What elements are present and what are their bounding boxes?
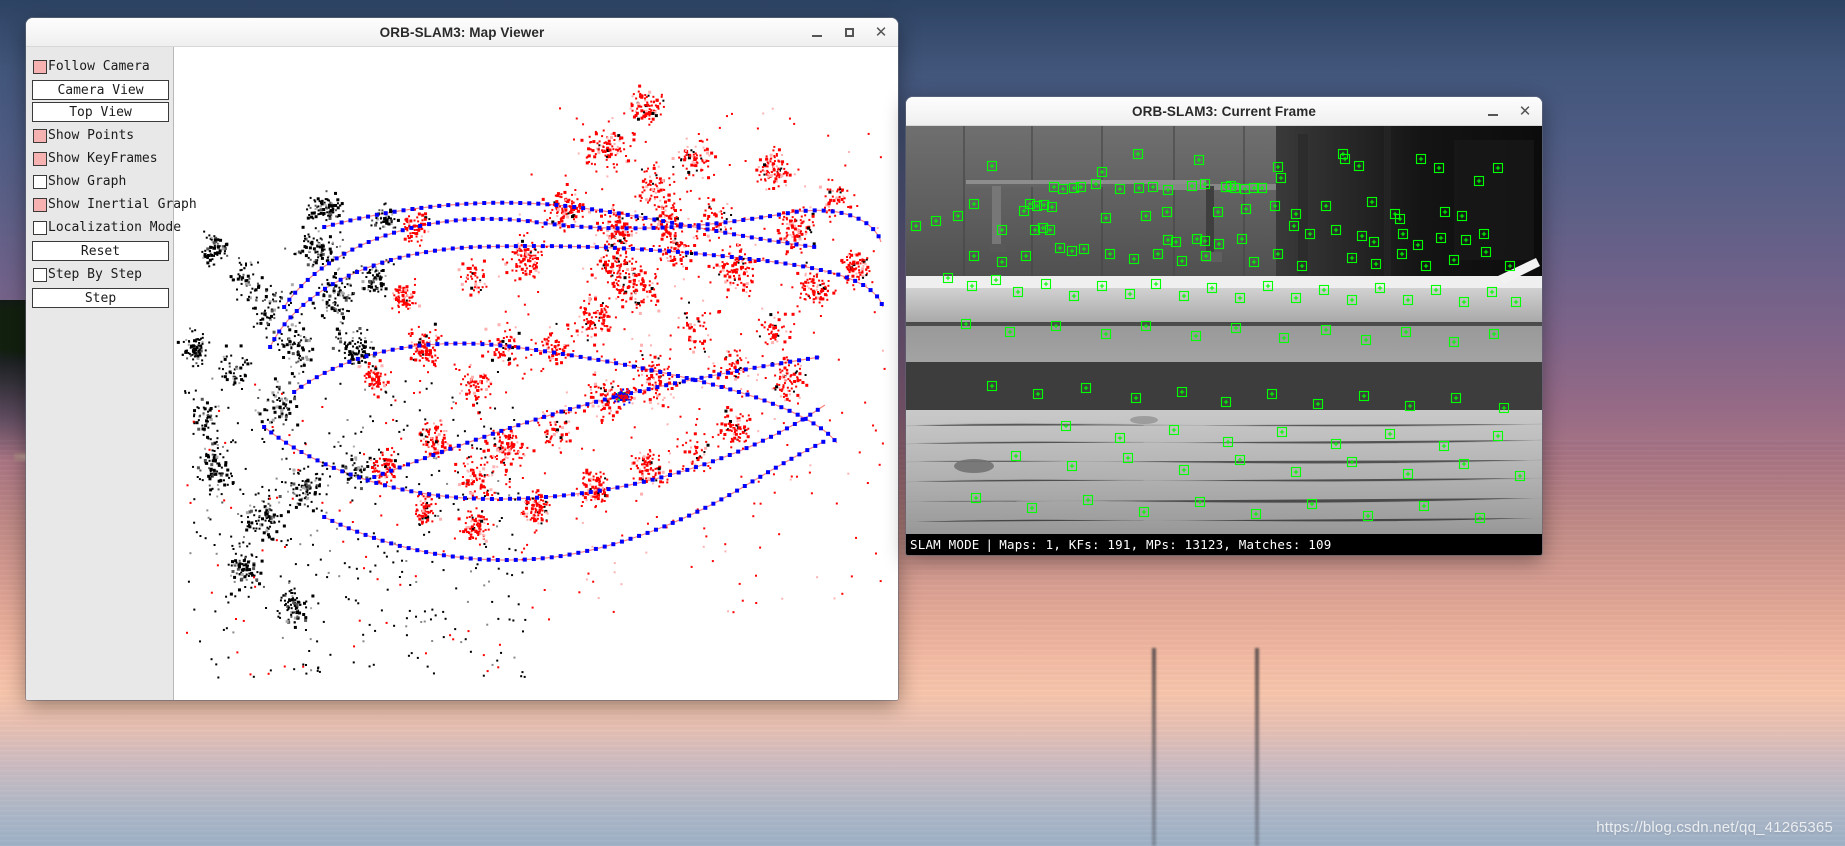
wallpaper-mast-reflection-right: [1255, 648, 1259, 846]
current-frame-window[interactable]: ORB-SLAM3: Current Frame ✕ SLAM MODE | M…: [906, 97, 1542, 555]
map-viewer-window[interactable]: ORB-SLAM3: Map Viewer ✕ Follow Camera Ca…: [26, 18, 898, 700]
step-button[interactable]: Step: [32, 288, 169, 308]
show-points-label: Show Points: [48, 128, 135, 143]
follow-camera-label: Follow Camera: [48, 59, 150, 74]
current-frame-window-controls: ✕: [1486, 97, 1532, 126]
map-cloud-svg: [176, 84, 886, 679]
slam-mode-label: SLAM MODE: [910, 537, 980, 552]
step-by-step-checkbox[interactable]: [33, 267, 47, 282]
slam-stats-label: Maps: 1, KFs: 191, MPs: 13123, Matches: …: [999, 537, 1332, 552]
show-graph-checkbox[interactable]: [33, 174, 47, 189]
camera-frame-svg: [906, 126, 1542, 555]
watermark: https://blog.csdn.net/qq_41265365: [1596, 819, 1833, 836]
map-viewer-titlebar[interactable]: ORB-SLAM3: Map Viewer ✕: [26, 18, 898, 47]
current-frame-title: ORB-SLAM3: Current Frame: [1132, 103, 1316, 119]
map-viewer-window-controls: ✕: [810, 18, 888, 47]
maximize-icon[interactable]: [842, 26, 856, 40]
show-inertial-graph-checkbox[interactable]: [33, 197, 47, 212]
map-viewer-control-panel: Follow Camera Camera View Top View Show …: [26, 47, 197, 700]
minimize-icon[interactable]: [810, 26, 824, 40]
show-points-row[interactable]: Show Points: [26, 124, 173, 147]
desktop: ORB-SLAM3: Map Viewer ✕ Follow Camera Ca…: [0, 0, 1845, 846]
close-icon[interactable]: ✕: [1518, 104, 1532, 119]
close-icon[interactable]: ✕: [874, 25, 888, 40]
camera-view-button[interactable]: Camera View: [32, 80, 169, 100]
slam-status-bar: SLAM MODE | Maps: 1, KFs: 191, MPs: 1312…: [906, 534, 1542, 555]
show-graph-row[interactable]: Show Graph: [26, 170, 173, 193]
follow-camera-checkbox[interactable]: [33, 59, 47, 74]
old-map-points-layer: [176, 190, 527, 679]
reset-button[interactable]: Reset: [32, 241, 169, 261]
show-points-checkbox[interactable]: [33, 128, 47, 143]
follow-camera-row[interactable]: Follow Camera: [26, 55, 173, 78]
show-keyframes-checkbox[interactable]: [33, 151, 47, 166]
map-viewer-body: Follow Camera Camera View Top View Show …: [26, 47, 898, 700]
localization-mode-checkbox[interactable]: [33, 220, 47, 235]
show-inertial-graph-row[interactable]: Show Inertial Graph: [26, 193, 197, 216]
top-view-button[interactable]: Top View: [32, 102, 169, 122]
current-frame-titlebar[interactable]: ORB-SLAM3: Current Frame ✕: [906, 97, 1542, 126]
show-graph-label: Show Graph: [48, 174, 127, 189]
localization-mode-label: Localization Mode: [48, 220, 182, 235]
step-by-step-row[interactable]: Step By Step: [26, 263, 173, 286]
current-frame-body: SLAM MODE | Maps: 1, KFs: 191, MPs: 1312…: [906, 126, 1542, 555]
minimize-icon[interactable]: [1486, 105, 1500, 119]
map-point-cloud-canvas[interactable]: [174, 47, 898, 700]
status-divider: |: [985, 537, 994, 552]
wallpaper-mast-reflection-left: [1152, 648, 1156, 846]
show-keyframes-label: Show KeyFrames: [48, 151, 158, 166]
camera-frame-image: [906, 126, 1542, 555]
map-viewer-title: ORB-SLAM3: Map Viewer: [379, 24, 545, 40]
step-by-step-label: Step By Step: [48, 267, 142, 282]
show-inertial-graph-label: Show Inertial Graph: [48, 197, 197, 212]
show-keyframes-row[interactable]: Show KeyFrames: [26, 147, 173, 170]
localization-mode-row[interactable]: Localization Mode: [26, 216, 181, 239]
